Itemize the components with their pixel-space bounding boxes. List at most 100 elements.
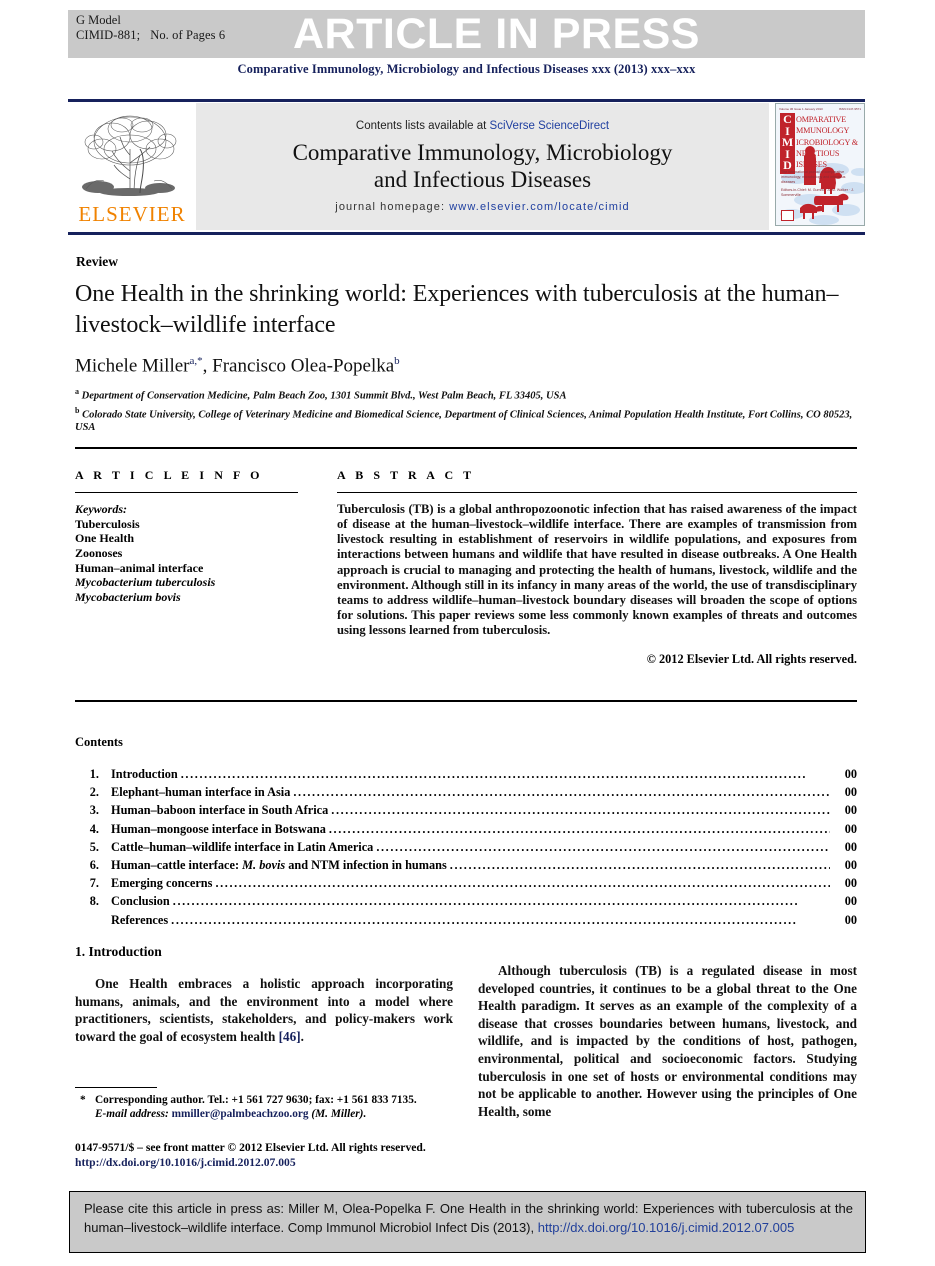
page-title: One Health in the shrinking world: Exper… — [75, 281, 839, 338]
toc-number: 6. — [89, 858, 99, 873]
cover-title-line-4: ISEASES — [796, 160, 827, 170]
toc-page: 00 — [844, 803, 857, 818]
toc-page: 00 — [844, 858, 857, 873]
article-info-column: A R T I C L E I N F O Keywords: Tubercul… — [75, 468, 315, 604]
gmodel-label: G Model — [76, 13, 121, 27]
toc-page: 00 — [844, 912, 857, 927]
author-name-2: Francisco Olea-Popelka — [212, 355, 395, 377]
toc-label[interactable]: Emerging concerns — [111, 874, 212, 892]
cover-volume-line: Volume 36 Issue 1 January 2013 ISSN 0147… — [779, 107, 861, 111]
toc-dot-leader: ........................................… — [449, 858, 830, 873]
elsevier-logo: ELSEVIER — [68, 103, 196, 230]
author-2-marks: b — [394, 355, 400, 367]
keyword-item: Mycobacterium bovis — [75, 589, 181, 604]
keywords-label: Keywords: — [75, 502, 127, 517]
toc-row[interactable]: 7. Emerging concerns ...................… — [75, 874, 857, 892]
keyword-item: Zoonoses — [75, 545, 123, 560]
toc-dot-leader: ........................................… — [215, 876, 830, 891]
toc-label[interactable]: Introduction — [111, 765, 178, 783]
corresponding-author-footnote: * Corresponding author. Tel.: +1 561 727… — [75, 1093, 455, 1122]
journal-homepage-url[interactable]: www.elsevier.com/locate/cimid — [449, 201, 629, 213]
affiliations: a Department of Conservation Medicine, P… — [75, 385, 860, 435]
toc-row[interactable]: 8. Conclusion ..........................… — [75, 892, 857, 910]
footnote-star: * — [80, 1094, 86, 1106]
elsevier-tree-icon — [72, 108, 192, 197]
intro-paragraph-continued: Although tuberculosis (TB) is a regulate… — [478, 963, 857, 1119]
toc-row[interactable]: 1. Introduction ........................… — [75, 765, 857, 783]
email-address-label: E-mail address: — [95, 1108, 169, 1121]
section-heading-introduction: 1. Introduction — [75, 944, 162, 959]
article-type-label: Review — [76, 254, 118, 269]
toc-label[interactable]: Elephant–human interface in Asia — [111, 783, 290, 801]
intro-paragraph-text: One Health embraces a holistic approach … — [75, 976, 453, 1044]
email-owner: (M. Miller). — [311, 1108, 367, 1121]
journal-masthead: ELSEVIER Contents lists available at Sci… — [68, 103, 865, 230]
toc-label[interactable]: Conclusion — [111, 892, 170, 910]
cover-subtitle: The international journal of comparative… — [781, 170, 846, 184]
keyword-item: Human–animal interface — [75, 560, 204, 575]
masthead-center: Contents lists available at SciVerse Sci… — [196, 103, 769, 230]
elsevier-wordmark: ELSEVIER — [78, 201, 186, 226]
toc-page: 00 — [844, 821, 857, 836]
abstract-underline — [337, 492, 857, 494]
article-first-page: G Model CIMID-881; No. of Pages 6 ARTICLE… — [0, 0, 935, 1266]
cite-doi-link[interactable]: http://dx.doi.org/10.1016/j.cimid.2012.0… — [538, 1220, 795, 1235]
toc-number: 3. — [89, 803, 99, 818]
keyword-item: Tuberculosis — [75, 516, 140, 531]
front-matter-doi[interactable]: http://dx.doi.org/10.1016/j.cimid.2012.0… — [75, 1156, 475, 1171]
cover-title-line-1: MMUNOLOGY — [796, 126, 850, 136]
masthead-bottom-rule — [68, 232, 865, 235]
toc-row[interactable]: 2. Elephant–human interface in Asia ....… — [75, 783, 857, 801]
cover-spine-code: CIMID — [780, 112, 795, 174]
affiliation-b-text: Colorado State University, College of Ve… — [75, 409, 853, 433]
email-link[interactable]: mmiller@palmbeachzoo.org — [172, 1108, 309, 1120]
toc-number: 4. — [89, 821, 99, 836]
author-1-marks: a,* — [189, 355, 203, 367]
toc-row[interactable]: 5. Cattle–human–wildlife interface in La… — [75, 838, 857, 856]
intro-paragraph-end: . — [300, 1028, 304, 1044]
toc-row[interactable]: References .............................… — [75, 911, 857, 929]
cover-title-line-0: OMPARATIVE — [796, 115, 847, 124]
toc-label[interactable]: References — [111, 911, 168, 929]
toc-page: 00 — [844, 767, 857, 781]
abstract-copyright: © 2012 Elsevier Ltd. All rights reserved… — [646, 652, 857, 667]
keyword-item: One Health — [75, 531, 134, 546]
affiliation-a-mark: a — [75, 387, 79, 396]
toc-page: 00 — [844, 839, 857, 854]
toc-row[interactable]: 3. Human–baboon interface in South Afric… — [75, 801, 857, 819]
keywords-block: Keywords: Tuberculosis One Health Zoonos… — [75, 502, 315, 604]
info-top-rule — [75, 447, 857, 449]
cover-issn: ISSN 0147-9571 — [838, 107, 861, 111]
journal-running-head: Comparative Immunology, Microbiology and… — [237, 62, 696, 76]
toc-dot-leader: ........................................… — [328, 821, 830, 836]
affiliation-a-text: Department of Conservation Medicine, Pal… — [81, 390, 567, 402]
front-matter-block: 0147-9571/$ – see front matter © 2012 El… — [75, 1141, 475, 1170]
abstract-column: A B S T R A C T Tuberculosis (TB) is a g… — [337, 468, 857, 667]
journal-title: Comparative Immunology, Microbiology and… — [293, 139, 673, 193]
toc-label[interactable]: Cattle–human–wildlife interface in Latin… — [111, 838, 373, 856]
toc-row[interactable]: 6. Human–cattle interface: M. bovis and … — [75, 856, 857, 874]
cover-title-line-2: ICROBIOLOGY & — [796, 137, 858, 147]
sciencedirect-link[interactable]: SciVerse ScienceDirect — [490, 120, 610, 132]
toc-page: 00 — [844, 876, 857, 891]
journal-title-line2: and Infectious Diseases — [373, 167, 592, 192]
journal-homepage-label: journal homepage: — [335, 201, 446, 213]
toc-dot-leader: ........................................… — [331, 803, 830, 818]
toc-label[interactable]: Human–mongoose interface in Botswana — [111, 820, 326, 838]
cover-title-line-3: NFECTIOUS — [796, 148, 840, 158]
article-id: CIMID-881; — [76, 28, 141, 42]
toc-number: 8. — [89, 894, 99, 909]
affiliation-b: b Colorado State University, College of … — [75, 404, 860, 435]
toc-dot-leader: ........................................… — [171, 912, 798, 927]
journal-homepage-line: journal homepage: www.elsevier.com/locat… — [335, 201, 629, 213]
citation-ref-46[interactable]: [46] — [279, 1029, 301, 1044]
pages-count: No. of Pages 6 — [150, 28, 226, 42]
toc-label[interactable]: Human–cattle interface: M. bovis and NTM… — [111, 856, 447, 874]
author-name-1: Michele Miller — [75, 355, 190, 377]
toc-row[interactable]: 4. Human–mongoose interface in Botswana … — [75, 820, 857, 838]
toc-label[interactable]: Human–baboon interface in South Africa — [111, 801, 328, 819]
toc-page: 00 — [844, 894, 857, 909]
cover-editors: Editors-in-Chief: M. Gumbo · A. M. Walke… — [781, 188, 854, 198]
toc-number: 5. — [89, 839, 99, 854]
toc-number: 7. — [89, 876, 99, 891]
